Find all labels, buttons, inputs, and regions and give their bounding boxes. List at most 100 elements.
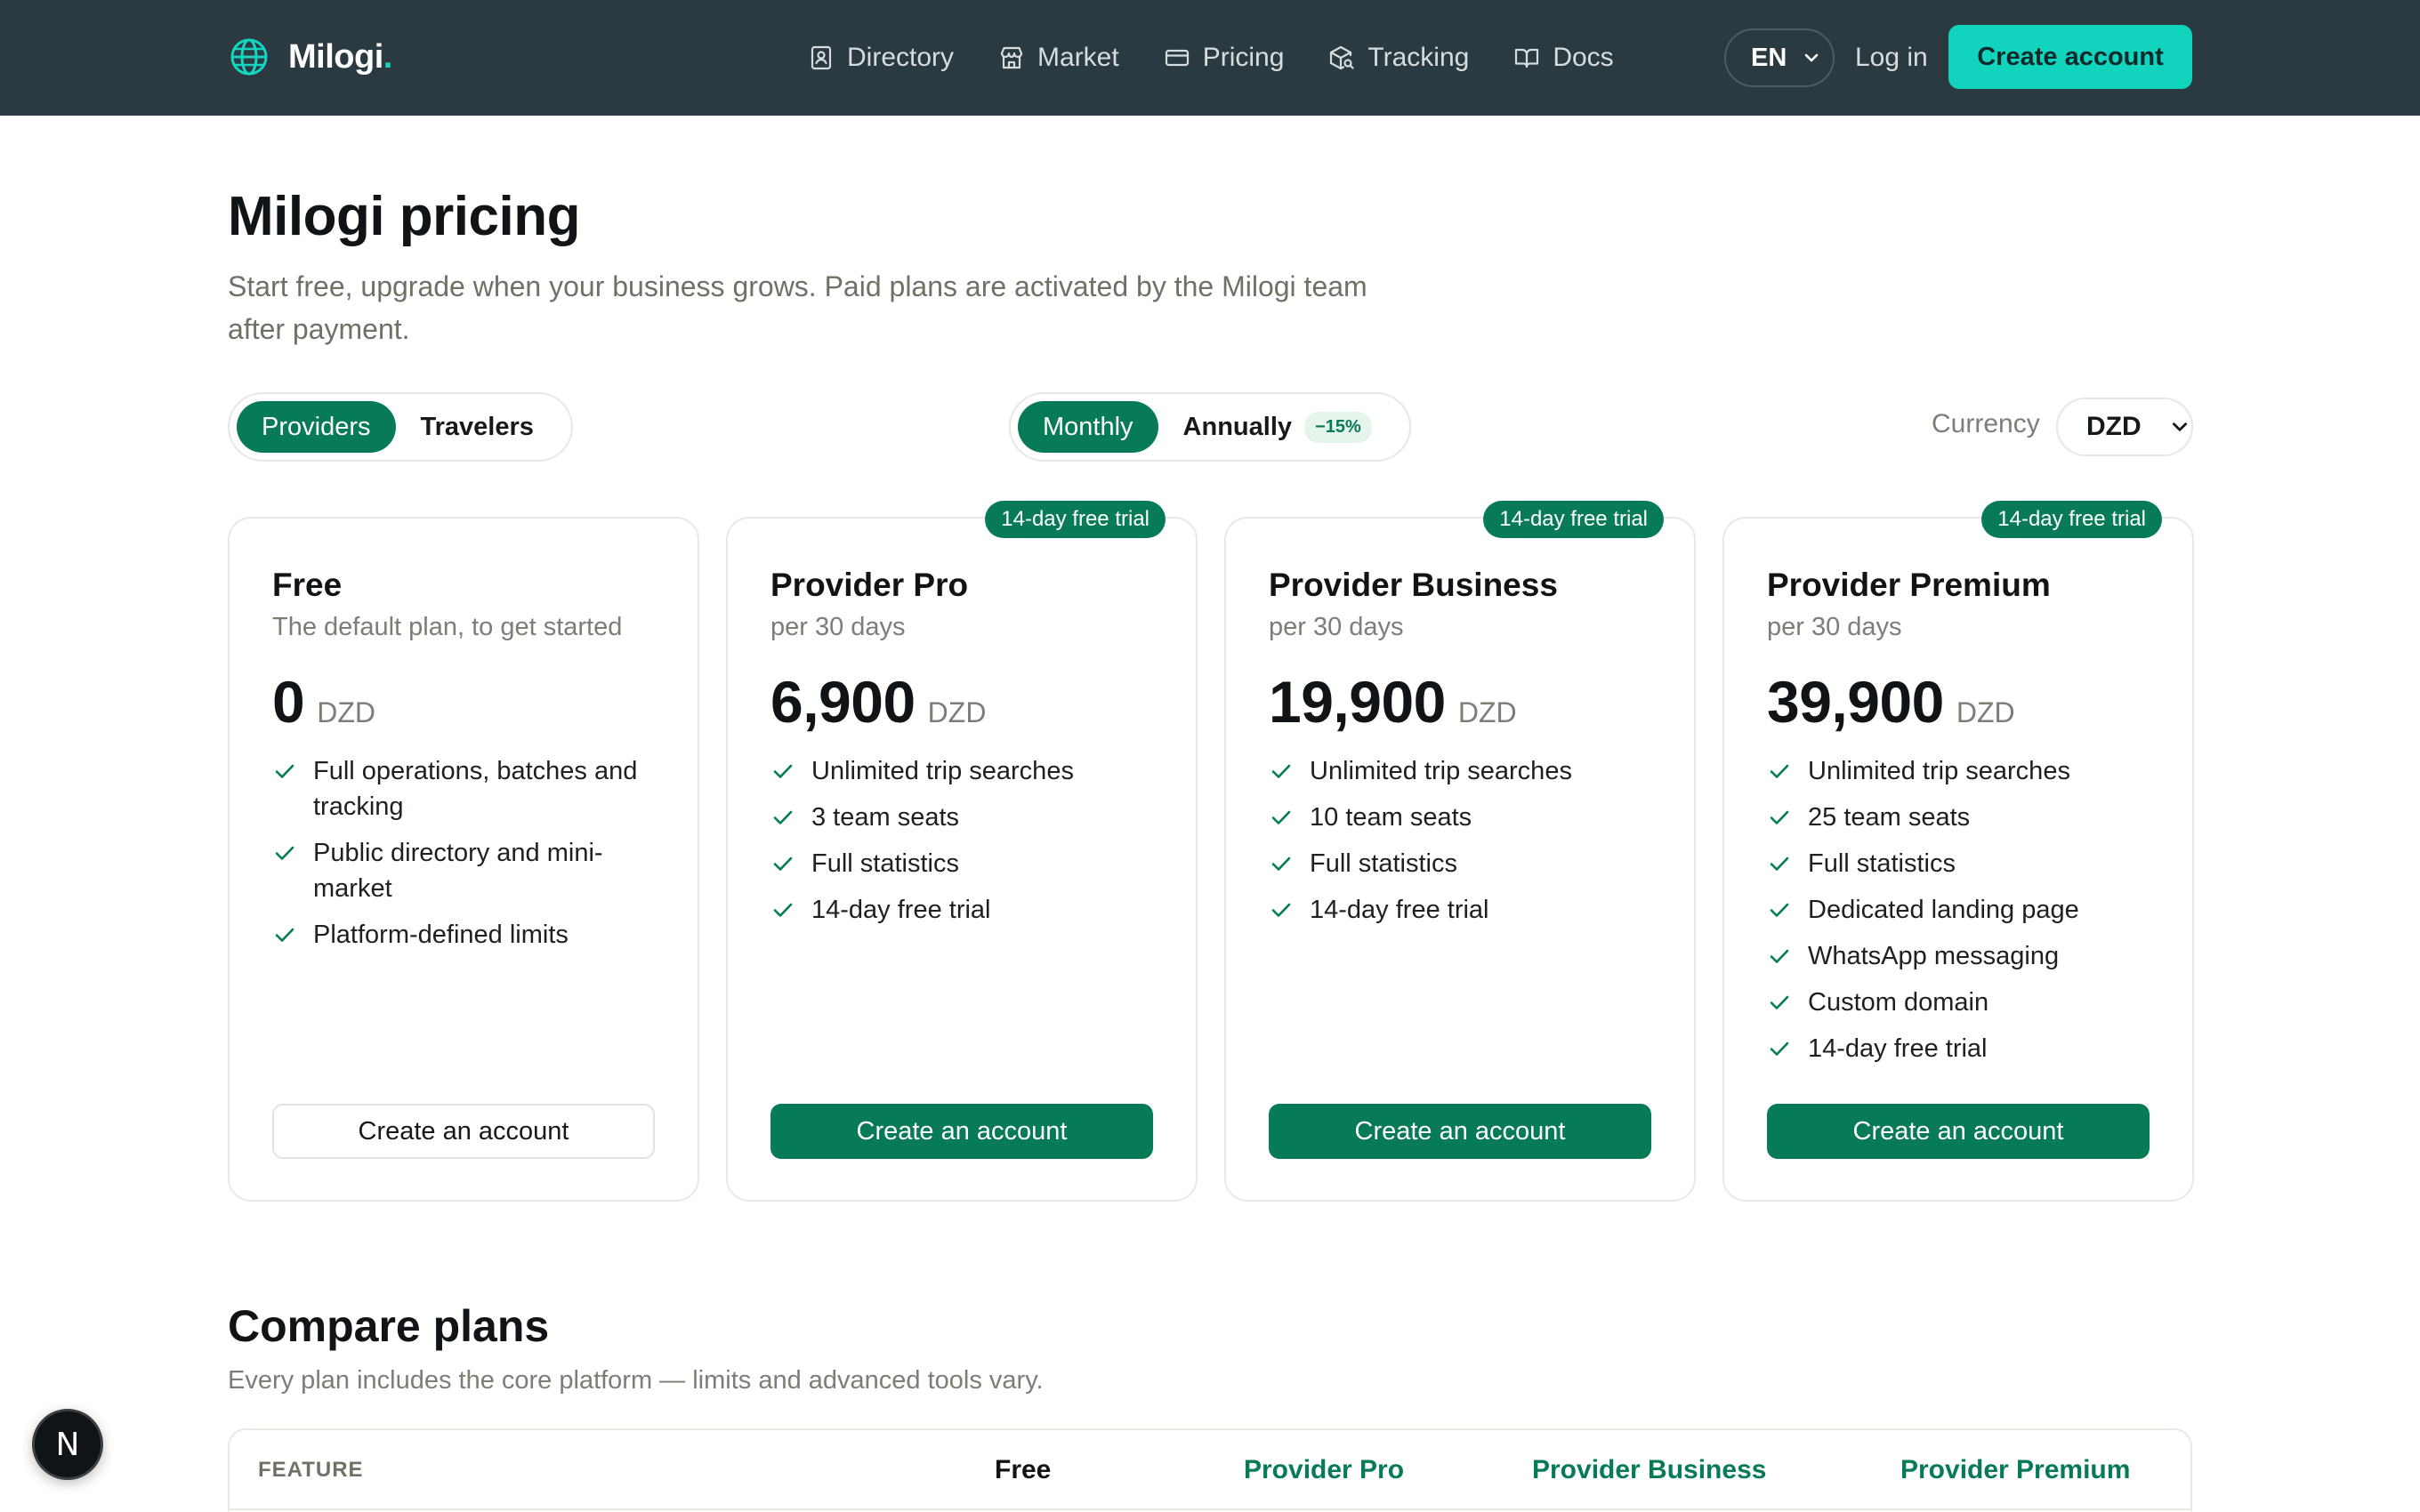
language-select[interactable]: EN <box>1724 28 1835 87</box>
feature-item: Full statistics <box>1269 846 1660 881</box>
billing-toggle: Monthly Annually −15% <box>1009 392 1411 462</box>
toggle-travelers[interactable]: Travelers <box>396 401 559 453</box>
nav-link-label: Directory <box>847 43 955 72</box>
feature-item: Full statistics <box>770 846 1162 881</box>
plan-price: 0 DZD <box>272 668 375 736</box>
toggle-monthly[interactable]: Monthly <box>1018 401 1158 453</box>
toggle-annually-label: Annually <box>1182 412 1293 441</box>
main-nav: Directory Market Pricing Tracking Docs <box>808 34 1614 82</box>
create-account-button[interactable]: Create account <box>1948 25 2192 89</box>
nav-link-tracking[interactable]: Tracking <box>1328 43 1469 73</box>
brand-logo[interactable]: Milogi. <box>228 32 392 82</box>
check-icon <box>275 764 294 778</box>
top-navbar: Milogi. Directory Market Pricing Trackin… <box>0 0 2420 116</box>
compare-table: FEATURE Free Provider Pro Provider Busin… <box>228 1428 2192 1512</box>
chevron-down-icon <box>2172 422 2187 431</box>
check-icon <box>1770 949 1789 963</box>
plan-subtitle: per 30 days <box>1767 613 1902 641</box>
feature-item: Dedicated landing page <box>1767 892 2158 928</box>
feature-item: Unlimited trip searches <box>770 753 1162 789</box>
trial-badge: 14-day free trial <box>1981 501 2162 538</box>
feature-list: Full operations, batches and tracking Pu… <box>272 753 664 963</box>
check-icon <box>1770 764 1789 778</box>
price-currency: DZD <box>1956 696 2015 728</box>
plan-cta-button[interactable]: Create an account <box>1767 1104 2150 1159</box>
feature-list: Unlimited trip searches 10 team seats Fu… <box>1269 753 1660 938</box>
feature-item: 10 team seats <box>1269 800 1660 835</box>
credit-card-icon <box>1165 49 1189 67</box>
nav-link-label: Docs <box>1553 43 1614 72</box>
feature-list: Unlimited trip searches 25 team seats Fu… <box>1767 753 2158 1077</box>
toggle-providers[interactable]: Providers <box>237 401 396 453</box>
plan-subtitle: The default plan, to get started <box>272 613 623 641</box>
globe-logo-icon <box>230 38 268 76</box>
chevron-down-icon <box>1804 53 1819 62</box>
login-link[interactable]: Log in <box>1855 37 1928 78</box>
nav-link-label: Pricing <box>1202 43 1285 72</box>
toggle-annually[interactable]: Annually −15% <box>1158 401 1397 453</box>
plan-name: Provider Pro <box>770 567 969 603</box>
check-icon <box>1770 1042 1789 1056</box>
storefront-icon <box>1000 46 1023 69</box>
plan-card-provider-pro: 14-day free trial Provider Pro per 30 da… <box>726 501 1198 1202</box>
check-icon <box>1770 903 1789 917</box>
nav-link-directory[interactable]: Directory <box>808 43 954 73</box>
price-amount: 39,900 <box>1767 669 1944 735</box>
plan-name: Free <box>272 567 343 603</box>
check-icon <box>275 928 294 942</box>
feature-item: 3 team seats <box>770 800 1162 835</box>
plan-cta-button[interactable]: Create an account <box>770 1104 1153 1159</box>
check-icon <box>1271 857 1291 871</box>
feature-item: 14-day free trial <box>1269 892 1660 928</box>
audience-toggle: Providers Travelers <box>228 392 573 462</box>
nav-link-pricing[interactable]: Pricing <box>1164 43 1285 73</box>
package-search-icon <box>1330 45 1355 70</box>
feature-item: 25 team seats <box>1767 800 2158 835</box>
feature-item: Unlimited trip searches <box>1269 753 1660 789</box>
feature-item: 14-day free trial <box>770 892 1162 928</box>
column-header-feature: FEATURE <box>258 1458 364 1482</box>
column-header-provider-premium: Provider Premium <box>1900 1455 2131 1484</box>
plan-cta-button[interactable]: Create an account <box>1269 1104 1651 1159</box>
price-amount: 0 <box>272 669 305 735</box>
plan-price: 39,900 DZD <box>1767 668 2015 736</box>
compare-subtitle: Every plan includes the core platform — … <box>228 1366 1044 1395</box>
check-icon <box>1770 810 1789 824</box>
plan-name: Provider Premium <box>1767 567 2051 603</box>
price-currency: DZD <box>927 696 987 728</box>
check-icon <box>773 810 793 824</box>
column-header-free: Free <box>995 1455 1052 1484</box>
column-header-provider-pro: Provider Pro <box>1244 1455 1405 1484</box>
plan-card-free: Free The default plan, to get started 0 … <box>228 517 699 1202</box>
check-icon <box>1271 810 1291 824</box>
plan-subtitle: per 30 days <box>770 613 906 641</box>
nav-link-label: Market <box>1037 43 1119 72</box>
column-header-provider-business: Provider Business <box>1532 1455 1767 1484</box>
plan-cta-button[interactable]: Create an account <box>272 1104 655 1159</box>
price-amount: 19,900 <box>1269 669 1446 735</box>
feature-item: Full operations, batches and tracking <box>272 753 664 824</box>
check-icon <box>773 764 793 778</box>
price-amount: 6,900 <box>770 669 916 735</box>
plan-subtitle: per 30 days <box>1269 613 1404 641</box>
check-icon <box>1770 995 1789 1009</box>
nav-link-docs[interactable]: Docs <box>1513 43 1614 73</box>
plan-price: 6,900 DZD <box>770 668 986 736</box>
trial-badge: 14-day free trial <box>985 501 1166 538</box>
feature-item: Custom domain <box>1767 985 2158 1020</box>
check-icon <box>275 846 294 860</box>
feature-item: Full statistics <box>1767 846 2158 881</box>
nextjs-dev-badge[interactable]: N <box>32 1409 103 1480</box>
feature-item: Platform-defined limits <box>272 917 664 953</box>
currency-label: Currency <box>1932 409 2040 438</box>
check-icon <box>1770 857 1789 871</box>
plan-name: Provider Business <box>1269 567 1558 603</box>
check-icon <box>773 903 793 917</box>
compare-title: Compare plans <box>228 1301 550 1351</box>
price-currency: DZD <box>317 696 375 728</box>
nav-link-market[interactable]: Market <box>998 43 1119 73</box>
trial-badge: 14-day free trial <box>1483 501 1664 538</box>
currency-select[interactable]: DZD <box>2056 398 2193 456</box>
page-title: Milogi pricing <box>228 186 580 247</box>
page-subtitle: Start free, upgrade when your business g… <box>228 270 1367 345</box>
